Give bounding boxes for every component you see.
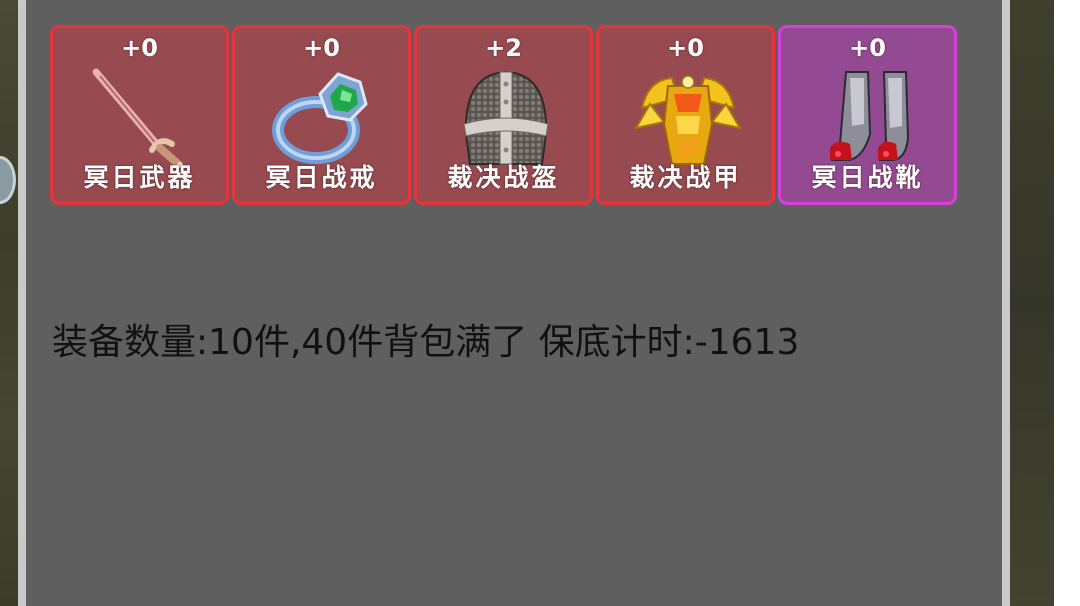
game-screen: +0 冥日武器 +0 冥日战戒 +2 裁决战盔 +0 裁决战甲 +0 冥日战靴 … xyxy=(0,0,1080,606)
background-map-right xyxy=(1008,0,1054,606)
slot-level: +0 xyxy=(667,34,704,62)
boots-icon xyxy=(830,71,910,161)
slot-name: 冥日战靴 xyxy=(811,163,924,192)
slot-name: 裁决战甲 xyxy=(629,163,742,192)
slot-level: +0 xyxy=(121,34,158,62)
helmet-icon xyxy=(463,70,549,165)
equipment-slot-boots[interactable]: +0 冥日战靴 xyxy=(778,25,957,205)
equipment-slot-helmet[interactable]: +2 裁决战盔 xyxy=(414,25,593,205)
slot-level: +2 xyxy=(485,34,522,62)
slot-level: +0 xyxy=(849,34,886,62)
slot-name: 裁决战盔 xyxy=(447,163,560,192)
equipment-slot-weapon[interactable]: +0 冥日武器 xyxy=(50,25,229,205)
slot-level: +0 xyxy=(303,34,340,62)
bag-status-text: 装备数量:10件,40件背包满了 保底计时:-1613 xyxy=(52,322,800,363)
slot-name: 冥日战戒 xyxy=(265,163,378,192)
equipment-slot-ring[interactable]: +0 冥日战戒 xyxy=(232,25,411,205)
ring-icon xyxy=(272,72,368,164)
slot-name: 冥日武器 xyxy=(83,163,196,192)
sword-icon xyxy=(92,68,183,168)
equipment-slot-row: +0 冥日武器 +0 冥日战戒 +2 裁决战盔 +0 裁决战甲 +0 冥日战靴 xyxy=(50,25,957,205)
armor-icon xyxy=(633,75,743,165)
equipment-slot-armor[interactable]: +0 裁决战甲 xyxy=(596,25,775,205)
